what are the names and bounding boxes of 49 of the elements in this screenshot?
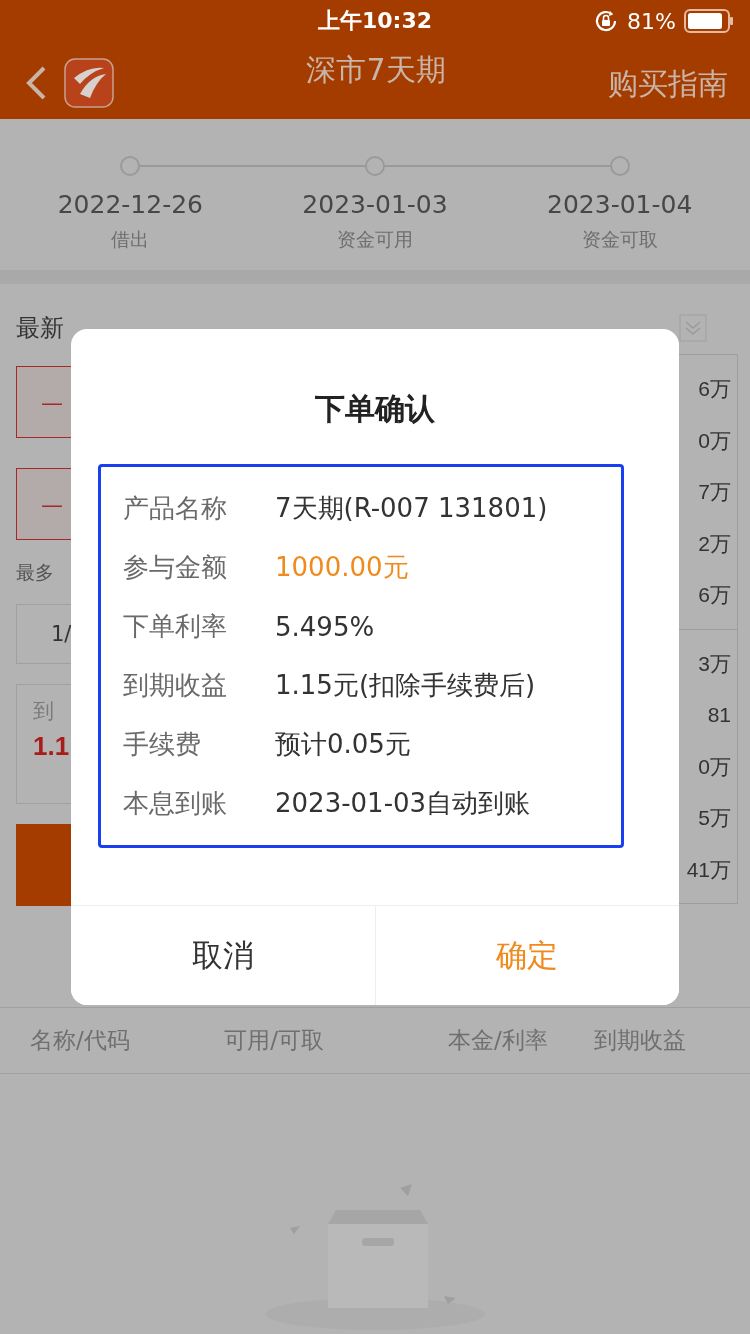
- detail-value: 2023-01-03自动到账: [275, 787, 531, 820]
- detail-label: 产品名称: [123, 492, 228, 525]
- detail-label: 本息到账: [123, 787, 228, 820]
- detail-label: 下单利率: [123, 610, 228, 643]
- detail-label: 到期收益: [123, 669, 228, 702]
- income-value: 1.1: [33, 731, 71, 763]
- timeline-label: 资金可用: [337, 227, 413, 253]
- dialog-title: 下单确认: [314, 390, 436, 428]
- detail-value: 7天期(R-007 131801): [275, 492, 548, 525]
- detail-value: 1.15元(扣除手续费后): [275, 669, 536, 702]
- quote-volume: 5万: [697, 805, 732, 832]
- guide-link[interactable]: 购买指南: [528, 64, 728, 105]
- column-header: 本金/利率: [447, 1025, 549, 1055]
- quote-volume: 7万: [697, 479, 732, 506]
- timeline-date: 2023-01-04: [547, 190, 693, 220]
- max-hint: 最多: [16, 560, 55, 586]
- quote-volume: 0万: [697, 427, 732, 454]
- quote-volume: 6万: [697, 582, 732, 609]
- column-header: 到期收益: [593, 1025, 687, 1055]
- column-header: 名称/代码: [30, 1025, 131, 1055]
- column-header: 可用/可取: [224, 1025, 326, 1055]
- timeline-date: 2022-12-26: [57, 190, 203, 220]
- detail-value: 1000.00元: [275, 551, 409, 584]
- quote-volume: 3万: [697, 650, 732, 677]
- timeline-date: 2023-01-03: [302, 190, 448, 220]
- quote-volume: 41万: [685, 856, 732, 883]
- detail-value: 5.495%: [275, 611, 375, 642]
- minus-button[interactable]: —: [16, 468, 71, 541]
- quote-volume: 6万: [697, 376, 732, 403]
- submit-button[interactable]: [16, 824, 71, 907]
- minus-button[interactable]: —: [16, 366, 71, 439]
- battery-percent: 81%: [627, 8, 676, 34]
- back-icon[interactable]: [24, 65, 48, 101]
- quote-volume: 81: [706, 702, 732, 729]
- app-logo-icon: [64, 58, 114, 108]
- timeline-label: 借出: [111, 227, 150, 253]
- section-heading: 最新: [16, 313, 65, 345]
- status-time: 上午10:32: [318, 7, 432, 35]
- detail-label: 手续费: [123, 728, 202, 761]
- income-label: 到: [33, 698, 55, 726]
- battery-icon: [684, 9, 734, 33]
- page-title: 深市7天期: [305, 51, 447, 89]
- confirm-button[interactable]: 确定: [374, 906, 679, 1005]
- quote-volume: 2万: [697, 530, 732, 557]
- detail-label: 参与金额: [123, 551, 228, 584]
- quote-volume: 0万: [697, 753, 732, 780]
- timeline-label: 资金可取: [581, 227, 658, 253]
- expand-chevron-icon[interactable]: [679, 314, 707, 343]
- detail-value: 预计0.05元: [275, 728, 411, 761]
